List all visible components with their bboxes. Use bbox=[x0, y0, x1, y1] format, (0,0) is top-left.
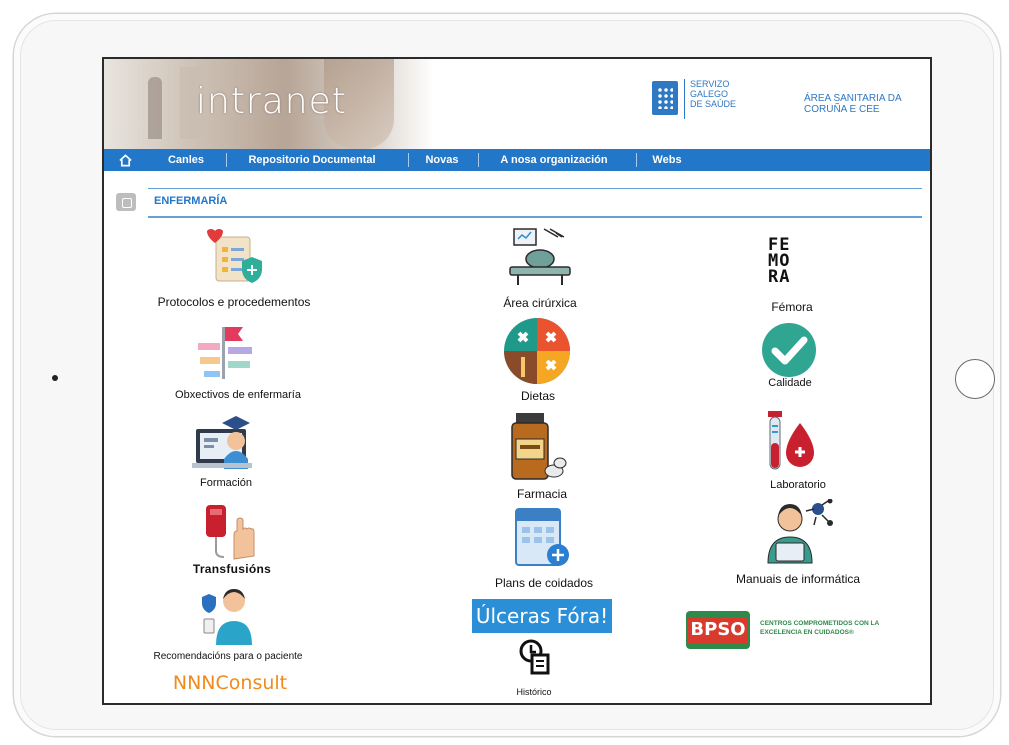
tile-label-recomendacions[interactable]: Recomendacións para o paciente bbox=[154, 651, 303, 662]
tile-label-plans[interactable]: Plans de coidados bbox=[495, 576, 593, 590]
tablet-home-button[interactable] bbox=[955, 359, 995, 399]
home-icon[interactable] bbox=[110, 149, 140, 171]
tile-label-transfusions[interactable]: Transfusións bbox=[193, 562, 271, 576]
tile-label-laboratorio[interactable]: Laboratorio bbox=[770, 479, 826, 491]
surgical-area-icon[interactable] bbox=[504, 225, 576, 292]
camera-dot bbox=[52, 375, 58, 381]
sergas-text: SERVIZO GALEGO DE SAÚDE bbox=[690, 79, 737, 109]
tile-label-dietas[interactable]: Dietas bbox=[521, 389, 555, 403]
sergas-icon bbox=[652, 81, 678, 115]
ulceras-fora-button[interactable]: Úlceras Fóra! bbox=[472, 599, 612, 633]
sergas-logo[interactable]: SERVIZO GALEGO DE SAÚDE bbox=[652, 79, 752, 127]
blood-bag-hand-icon[interactable] bbox=[200, 499, 262, 566]
tile-label-historico[interactable]: Histórico bbox=[516, 687, 551, 697]
quality-check-icon[interactable] bbox=[761, 322, 817, 383]
tile-label-protocolos[interactable]: Protocolos e procedementos bbox=[158, 295, 311, 309]
section-title: ENFERMARÍA bbox=[154, 195, 228, 207]
goals-flag-icon[interactable] bbox=[192, 321, 258, 386]
laboratory-icon[interactable] bbox=[766, 409, 814, 482]
pharmacy-bottle-icon[interactable] bbox=[508, 411, 568, 488]
nav-item-repositorio-documental[interactable]: Repositorio Documental bbox=[232, 149, 392, 171]
tile-label-area-cirurxica[interactable]: Área cirúrxica bbox=[503, 296, 576, 310]
header: intranet SERVIZO GALEGO DE SAÚDE ÁREA SA… bbox=[104, 59, 930, 149]
nav-item-a-nosa-organizacion[interactable]: A nosa organización bbox=[484, 149, 624, 171]
patient-recommendations-icon[interactable] bbox=[198, 587, 262, 650]
area-sanitaria-text: ÁREA SANITARIA DA CORUÑA E CEE bbox=[804, 93, 902, 115]
diet-plate-icon[interactable] bbox=[503, 317, 571, 390]
tile-label-farmacia[interactable]: Farmacia bbox=[517, 487, 567, 501]
intranet-logo[interactable]: intranet bbox=[196, 81, 347, 122]
nav-item-canles[interactable]: Canles bbox=[156, 149, 216, 171]
bpso-mark: BPSO bbox=[688, 617, 748, 643]
tile-label-femora[interactable]: Fémora bbox=[771, 300, 812, 314]
checklist-icon[interactable] bbox=[202, 227, 266, 290]
nnnconsult-link[interactable]: NNNConsult bbox=[173, 672, 287, 694]
nav-item-novas[interactable]: Novas bbox=[414, 149, 470, 171]
nav-item-webs[interactable]: Webs bbox=[642, 149, 692, 171]
tile-label-calidade[interactable]: Calidade bbox=[768, 377, 811, 389]
section-icon bbox=[116, 193, 136, 211]
tile-label-manuais[interactable]: Manuais de informática bbox=[736, 572, 860, 586]
main-nav: Canles Repositorio Documental Novas A no… bbox=[104, 149, 930, 171]
tile-label-obxectivos[interactable]: Obxectivos de enfermaría bbox=[175, 389, 301, 401]
training-graduate-icon[interactable] bbox=[192, 411, 258, 478]
it-manuals-icon[interactable] bbox=[764, 498, 834, 570]
bpso-text: CENTROS COMPROMETIDOS CON LA EXCELENCIA … bbox=[760, 620, 880, 636]
femora-logo[interactable]: FE MO RA bbox=[768, 237, 812, 293]
care-plan-calendar-icon[interactable] bbox=[514, 505, 572, 574]
history-clock-icon[interactable] bbox=[518, 639, 552, 680]
intranet-screen: intranet SERVIZO GALEGO DE SAÚDE ÁREA SA… bbox=[102, 57, 932, 705]
tile-label-formacion[interactable]: Formación bbox=[200, 477, 252, 489]
